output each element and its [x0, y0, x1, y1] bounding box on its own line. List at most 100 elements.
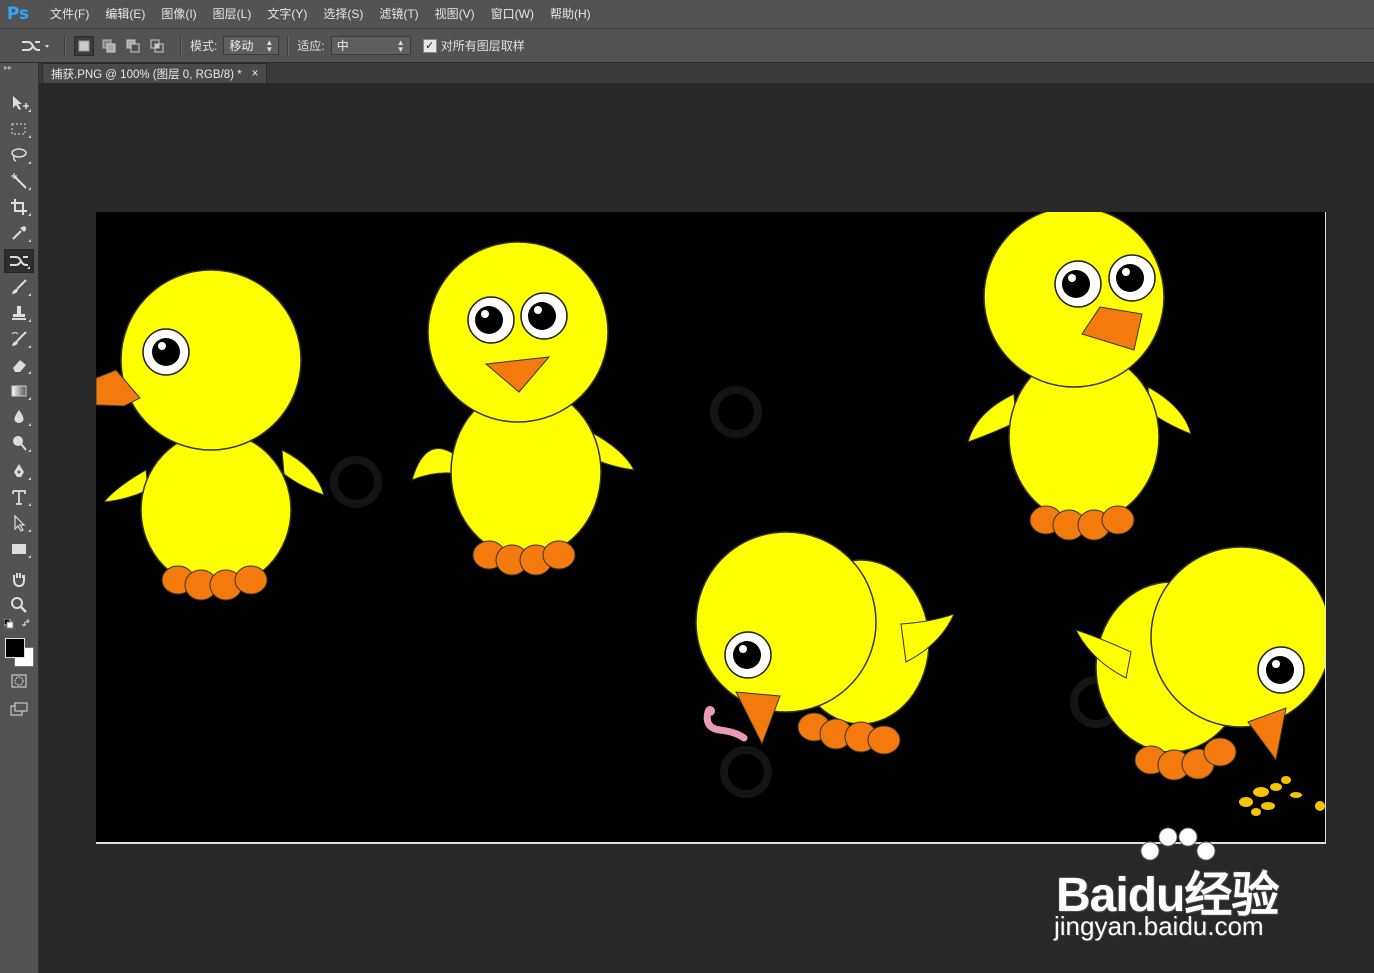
close-icon[interactable]: × [252, 68, 259, 80]
chicks-artwork [96, 212, 1325, 816]
gradient-tool[interactable] [4, 379, 34, 403]
select-arrows-icon: ▲ ▼ [396, 37, 405, 54]
new-selection-icon [78, 40, 90, 51]
intersect-selection-button[interactable] [148, 37, 166, 55]
blur-tool-icon [14, 410, 24, 423]
checkmark-icon: ✓ [425, 40, 435, 52]
dodge-tool-icon [13, 436, 27, 451]
pen-tool[interactable] [4, 459, 34, 483]
document-tab-title: 捕获.PNG @ 100% (图层 0, RGB/8) * [51, 68, 242, 81]
chick-5 [1075, 546, 1325, 816]
select-arrows-icon: ▲ ▼ [265, 37, 274, 54]
watermark-url: jingyan.baidu.com [1054, 911, 1264, 941]
move-tool-icon [13, 96, 29, 110]
subtract-selection-icon [126, 39, 140, 52]
photoshop-logo: Ps [6, 4, 30, 24]
lasso-tool[interactable] [4, 143, 34, 167]
options-bar: 模式: 移动 ▲ ▼ 适应: 中 ▲ ▼ ✓ 对所有图层取样 [0, 29, 1374, 63]
rectangle-tool[interactable] [4, 537, 34, 561]
chick-4 [695, 531, 955, 755]
lasso-tool-icon [11, 148, 27, 162]
history-brush-tool[interactable] [4, 327, 34, 351]
foreground-color-swatch[interactable] [5, 638, 25, 658]
path-selection-tool-icon [14, 514, 26, 532]
new-selection-button[interactable] [74, 35, 94, 56]
tools-panel: ▸▸ [0, 63, 39, 973]
brush-tool-icon [12, 279, 27, 294]
quick-mask-icon [11, 674, 27, 688]
document-tab-bar: 捕获.PNG @ 100% (图层 0, RGB/8) * × [39, 63, 1374, 83]
subtract-from-selection-button[interactable] [124, 37, 142, 55]
hand-tool-icon [13, 573, 25, 588]
move-tool[interactable] [4, 91, 34, 115]
clone-stamp-tool[interactable] [4, 301, 34, 325]
type-tool[interactable] [4, 485, 34, 509]
divider [64, 35, 66, 56]
magic-wand-tool-icon [11, 173, 27, 189]
marquee-tool-icon [11, 123, 26, 135]
default-colors-icon[interactable] [4, 619, 14, 629]
mode-label: 模式: [190, 39, 218, 53]
adapt-select[interactable]: 中 ▲ ▼ [330, 36, 411, 55]
pen-tool-icon [14, 464, 24, 477]
adapt-label: 适应: [297, 39, 325, 53]
rectangle-tool-icon [12, 544, 26, 554]
menu-layer[interactable]: 图层(L) [205, 0, 260, 28]
zoom-tool[interactable] [4, 593, 34, 617]
menu-image[interactable]: 图像(I) [153, 0, 204, 28]
eraser-tool-icon [13, 360, 26, 372]
menu-filter[interactable]: 滤镜(T) [371, 0, 426, 28]
baidu-watermark: Baidu经验 jingyan.baidu.com [1050, 825, 1310, 955]
tool-preset-picker[interactable] [20, 38, 56, 54]
screen-mode-icon [10, 702, 28, 716]
menu-edit[interactable]: 编辑(E) [97, 0, 153, 28]
zoom-tool-icon [11, 597, 27, 613]
chick-2 [411, 241, 635, 576]
intersect-selection-icon [150, 39, 164, 52]
screen-mode-button[interactable] [4, 697, 34, 721]
swap-colors-icon[interactable] [22, 619, 32, 629]
hand-tool[interactable] [4, 567, 34, 591]
eyedropper-tool[interactable] [4, 221, 34, 245]
blur-tool[interactable] [4, 405, 34, 429]
main-menu: 文件(F) 编辑(E) 图像(I) 图层(L) 文字(Y) 选择(S) 滤镜(T… [42, 0, 599, 28]
eraser-tool[interactable] [4, 353, 34, 377]
content-aware-move-tool-icon [22, 40, 49, 51]
clone-stamp-tool-icon [12, 306, 26, 320]
divider [180, 35, 182, 56]
menu-view[interactable]: 视图(V) [427, 0, 483, 28]
chick-3 [967, 212, 1192, 541]
menu-type[interactable]: 文字(Y) [259, 0, 315, 28]
content-aware-move-tool[interactable] [4, 249, 34, 273]
menu-window[interactable]: 窗口(W) [483, 0, 542, 28]
menu-select[interactable]: 选择(S) [315, 0, 371, 28]
menu-help[interactable]: 帮助(H) [542, 0, 599, 28]
panel-collapse-icon[interactable]: ▸▸ [0, 63, 38, 73]
type-tool-icon [12, 490, 26, 505]
document-tab[interactable]: 捕获.PNG @ 100% (图层 0, RGB/8) * × [42, 63, 268, 83]
sample-all-layers-label: 对所有图层取样 [440, 39, 525, 53]
chick-1 [96, 269, 325, 601]
add-selection-icon [102, 39, 116, 52]
adapt-value: 中 [336, 39, 349, 53]
image-canvas[interactable] [96, 212, 1326, 844]
mode-value: 移动 [229, 39, 254, 53]
mode-select[interactable]: 移动 ▲ ▼ [223, 36, 280, 55]
crop-tool[interactable] [4, 195, 34, 219]
divider [287, 35, 290, 56]
menu-bar: Ps 文件(F) 编辑(E) 图像(I) 图层(L) 文字(Y) 选择(S) 滤… [0, 0, 1374, 29]
sample-all-layers-checkbox[interactable]: ✓ [422, 38, 437, 53]
history-brush-tool-icon [11, 331, 27, 346]
eyedropper-tool-icon [12, 226, 27, 240]
menu-file[interactable]: 文件(F) [42, 0, 97, 28]
dodge-tool[interactable] [4, 431, 34, 455]
brush-tool[interactable] [4, 275, 34, 299]
magic-wand-tool[interactable] [4, 169, 34, 193]
color-swap-row [4, 619, 34, 631]
gradient-tool-icon [11, 385, 27, 397]
quick-mask-button[interactable] [4, 669, 34, 693]
add-to-selection-button[interactable] [100, 37, 118, 55]
path-selection-tool[interactable] [4, 511, 34, 535]
marquee-tool[interactable] [4, 117, 34, 141]
crop-tool-icon [11, 199, 27, 215]
